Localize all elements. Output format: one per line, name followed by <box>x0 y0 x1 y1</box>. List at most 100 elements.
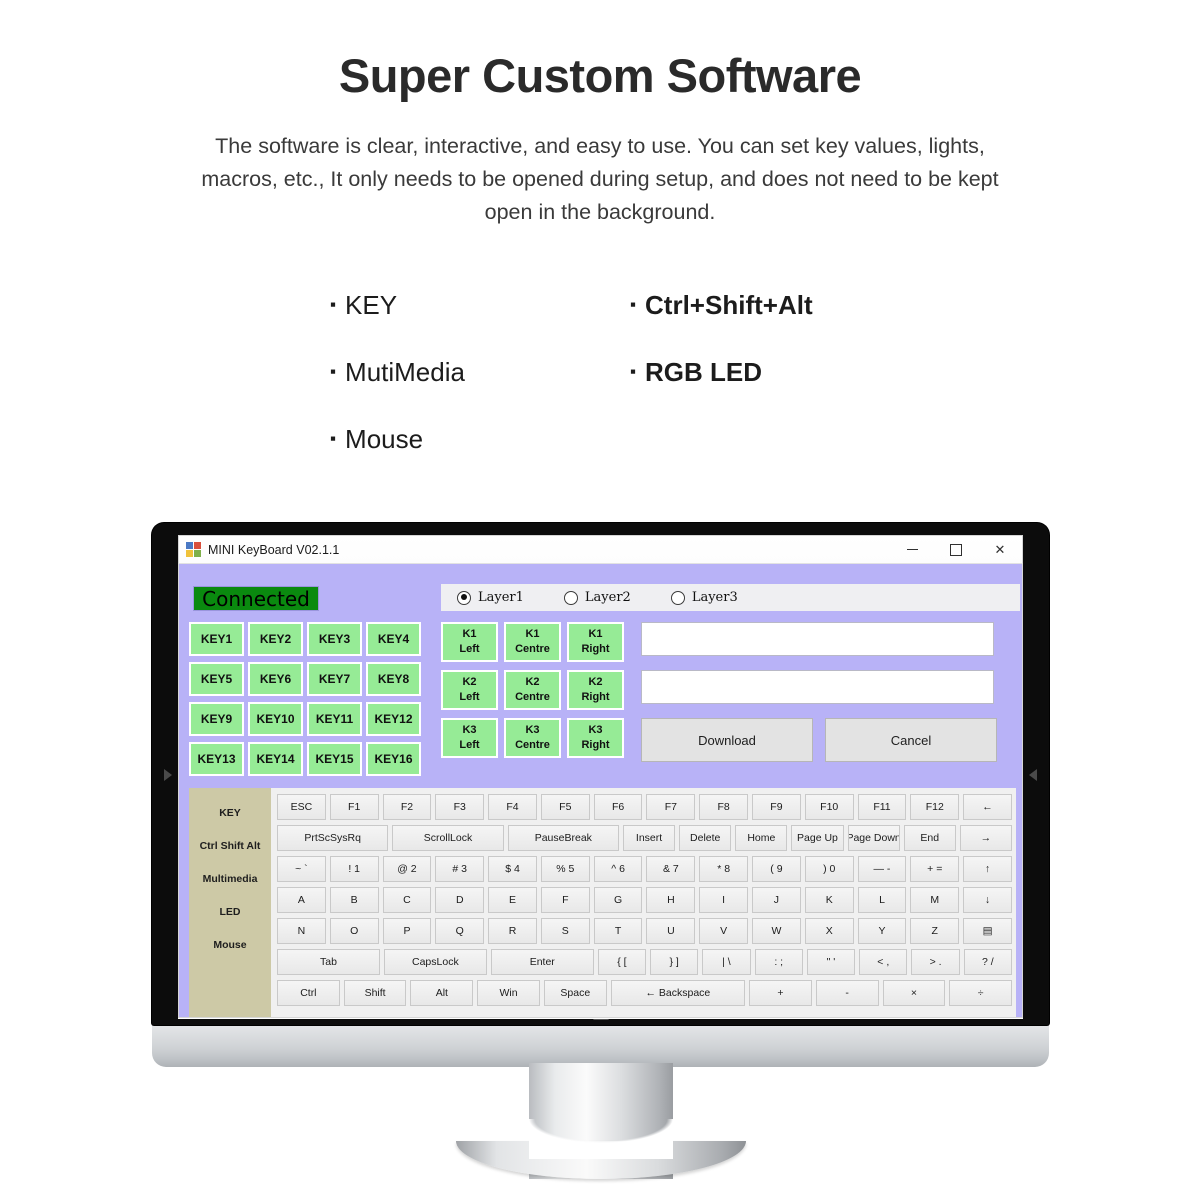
keyboard-key[interactable]: ~ ` <box>277 856 326 882</box>
radio-layer1[interactable]: Layer1 <box>457 590 524 605</box>
macro-key-button[interactable]: KEY13 <box>189 742 244 776</box>
keyboard-key[interactable]: ^ 6 <box>593 856 643 882</box>
keyboard-key[interactable]: # 3 <box>435 856 485 882</box>
keyboard-key[interactable]: ? / <box>963 949 1012 975</box>
keyboard-key[interactable]: C <box>382 887 432 913</box>
keyboard-key[interactable]: F10 <box>804 794 854 820</box>
keyboard-key[interactable]: A <box>277 887 326 913</box>
keyboard-key[interactable]: E <box>488 887 537 913</box>
keyboard-key[interactable]: R <box>488 918 537 944</box>
keyboard-key[interactable]: S <box>540 918 590 944</box>
keyboard-key[interactable]: Page Up <box>791 825 844 851</box>
keyboard-key[interactable]: B <box>329 887 379 913</box>
keyboard-key[interactable]: ÷ <box>949 980 1013 1006</box>
keyboard-key[interactable]: - <box>815 980 879 1006</box>
cancel-button[interactable]: Cancel <box>825 718 997 762</box>
keyboard-key[interactable]: ESC <box>277 794 326 820</box>
keyboard-key[interactable]: } ] <box>650 949 699 975</box>
minimize-icon[interactable] <box>890 536 934 563</box>
radio-layer3[interactable]: Layer3 <box>670 590 738 605</box>
keyboard-key-arrow-right[interactable]: → <box>959 825 1012 851</box>
tab-ctrl-shift-alt[interactable]: Ctrl Shift Alt <box>189 829 271 862</box>
download-button[interactable]: Download <box>641 718 813 762</box>
keyboard-key[interactable]: Delete <box>679 825 732 851</box>
macro-key-button[interactable]: KEY11 <box>307 702 362 736</box>
macro-key-button[interactable]: KEY9 <box>189 702 244 736</box>
keyboard-key[interactable]: W <box>752 918 801 944</box>
keyboard-key[interactable]: ScrollLock <box>392 825 504 851</box>
keyboard-key[interactable]: | \ <box>702 949 751 975</box>
keyboard-key[interactable]: F2 <box>382 794 432 820</box>
macro-key-button[interactable]: KEY4 <box>366 622 421 656</box>
keyboard-key[interactable]: X <box>804 918 854 944</box>
keyboard-key[interactable]: D <box>435 887 485 913</box>
keyboard-key[interactable]: H <box>646 887 696 913</box>
keyboard-key[interactable]: ) 0 <box>804 856 854 882</box>
tab-mouse[interactable]: Mouse <box>189 928 271 961</box>
keyboard-key[interactable]: Home <box>735 825 788 851</box>
keyboard-key[interactable]: N <box>277 918 326 944</box>
knob-button[interactable]: K1 Right <box>567 622 624 662</box>
keyboard-key[interactable]: M <box>910 887 960 913</box>
keyboard-key[interactable]: O <box>329 918 379 944</box>
keyboard-key[interactable]: I <box>699 887 749 913</box>
keyboard-key[interactable]: K <box>804 887 854 913</box>
keyboard-key[interactable]: F1 <box>329 794 379 820</box>
knob-button[interactable]: K2 Right <box>567 670 624 710</box>
knob-button[interactable]: K3 Right <box>567 718 624 758</box>
macro-input-2[interactable] <box>641 670 994 704</box>
keyboard-key[interactable]: > . <box>911 949 960 975</box>
keyboard-key[interactable]: Page Down <box>847 825 900 851</box>
keyboard-key-arrow-down[interactable]: ↓ <box>963 887 1012 913</box>
keyboard-key[interactable]: PrtScSysRq <box>277 825 389 851</box>
keyboard-key[interactable]: Insert <box>622 825 676 851</box>
keyboard-key[interactable]: G <box>593 887 643 913</box>
keyboard-key[interactable]: Win <box>477 980 540 1006</box>
tab-multimedia[interactable]: Multimedia <box>189 862 271 895</box>
keyboard-key[interactable]: F6 <box>593 794 643 820</box>
keyboard-key-menu-icon[interactable]: ▤ <box>963 918 1012 944</box>
keyboard-key[interactable]: & 7 <box>646 856 696 882</box>
macro-input-1[interactable] <box>641 622 994 656</box>
keyboard-key[interactable]: F12 <box>910 794 960 820</box>
keyboard-key[interactable]: L <box>857 887 907 913</box>
keyboard-key[interactable]: " ' <box>806 949 856 975</box>
keyboard-key[interactable]: PauseBreak <box>507 825 619 851</box>
keyboard-key[interactable]: Tab <box>277 949 380 975</box>
knob-button[interactable]: K1 Centre <box>504 622 561 662</box>
macro-key-button[interactable]: KEY14 <box>248 742 303 776</box>
keyboard-key[interactable]: $ 4 <box>488 856 537 882</box>
keyboard-key[interactable]: : ; <box>754 949 803 975</box>
macro-key-button[interactable]: KEY16 <box>366 742 421 776</box>
knob-button[interactable]: K1 Left <box>441 622 498 662</box>
keyboard-key[interactable]: { [ <box>597 949 646 975</box>
keyboard-key-arrow-left[interactable]: ← <box>963 794 1012 820</box>
keyboard-key[interactable]: CapsLock <box>383 949 487 975</box>
knob-button[interactable]: K2 Centre <box>504 670 561 710</box>
maximize-icon[interactable] <box>934 536 978 563</box>
keyboard-key[interactable]: @ 2 <box>382 856 432 882</box>
keyboard-key-arrow-up[interactable]: ↑ <box>963 856 1012 882</box>
keyboard-key[interactable]: F7 <box>646 794 696 820</box>
keyboard-key[interactable]: Q <box>435 918 485 944</box>
keyboard-key[interactable]: × <box>882 980 946 1006</box>
keyboard-key[interactable]: — - <box>857 856 907 882</box>
tab-key[interactable]: KEY <box>189 796 271 829</box>
keyboard-key[interactable]: T <box>593 918 643 944</box>
macro-key-button[interactable]: KEY8 <box>366 662 421 696</box>
macro-key-button[interactable]: KEY6 <box>248 662 303 696</box>
close-icon[interactable]: ✕ <box>978 536 1022 563</box>
keyboard-key[interactable]: P <box>382 918 432 944</box>
keyboard-key[interactable]: End <box>903 825 956 851</box>
keyboard-key[interactable]: F11 <box>857 794 907 820</box>
keyboard-key[interactable]: % 5 <box>540 856 590 882</box>
keyboard-key[interactable]: F9 <box>752 794 801 820</box>
keyboard-key[interactable]: F <box>540 887 590 913</box>
keyboard-key[interactable]: + <box>749 980 812 1006</box>
macro-key-button[interactable]: KEY7 <box>307 662 362 696</box>
keyboard-key[interactable]: F5 <box>540 794 590 820</box>
knob-button[interactable]: K2 Left <box>441 670 498 710</box>
keyboard-key[interactable]: * 8 <box>699 856 749 882</box>
radio-layer2[interactable]: Layer2 <box>563 590 631 605</box>
keyboard-key[interactable]: F3 <box>435 794 485 820</box>
